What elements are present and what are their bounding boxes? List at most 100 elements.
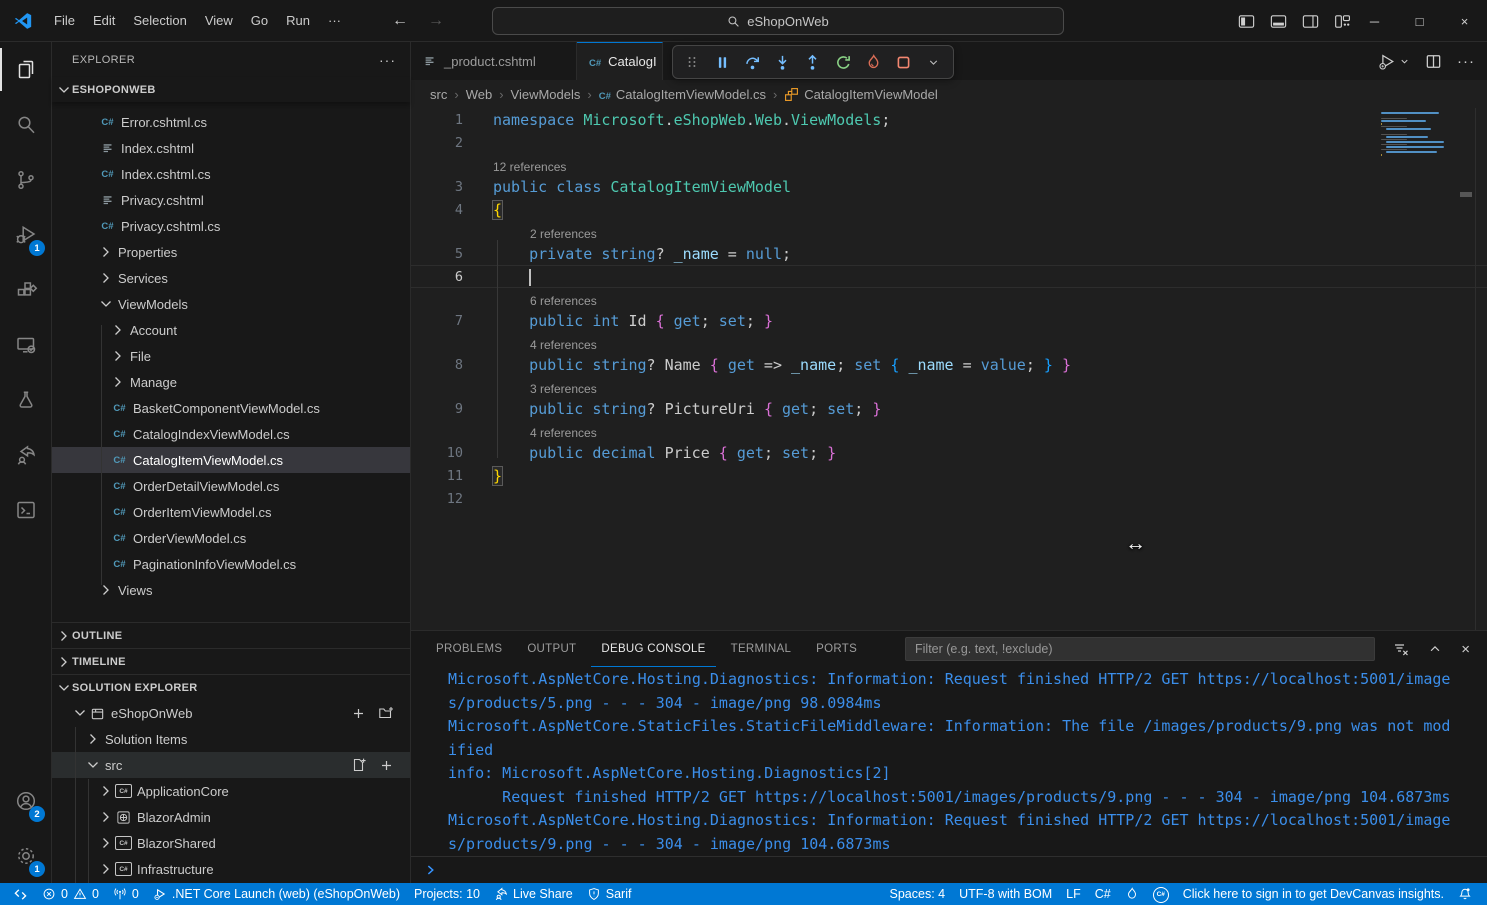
run-or-debug-button[interactable] <box>1377 52 1410 71</box>
tree-item-views[interactable]: Views <box>52 577 410 603</box>
step-out-icon[interactable] <box>800 49 826 75</box>
codelens-references[interactable]: 6 references <box>411 288 1487 309</box>
breadcrumb-catalogitemviewmodel[interactable]: CatalogItemViewModel <box>784 87 937 102</box>
code-line-6[interactable]: 6 <box>411 265 1487 288</box>
toggle-secondary-sidebar-icon[interactable] <box>1301 12 1320 31</box>
status-devcanvas-signin[interactable]: Click here to sign in to get DevCanvas i… <box>1176 883 1451 905</box>
activity-live-share-icon[interactable] <box>0 427 51 482</box>
line-number[interactable]: 9 <box>411 401 463 417</box>
console-filter-input[interactable]: Filter (e.g. text, !exclude) <box>905 637 1375 661</box>
stop-icon[interactable] <box>891 49 917 75</box>
breadcrumb-viewmodels[interactable]: ViewModels <box>511 87 581 102</box>
tree-item-paginationinfoviewmodel-cs[interactable]: C#PaginationInfoViewModel.cs <box>52 551 410 577</box>
chevron-right-icon[interactable] <box>98 270 114 286</box>
code-line-7[interactable]: 7 public int Id { get; set; } <box>411 309 1487 332</box>
status-encoding[interactable]: UTF-8 with BOM <box>952 883 1059 905</box>
tree-item-index-cshtml[interactable]: Index.cshtml <box>52 135 410 161</box>
menu-file[interactable]: File <box>45 8 84 34</box>
step-over-icon[interactable] <box>740 49 766 75</box>
chevron-down-icon[interactable] <box>98 296 114 312</box>
breadcrumb-catalogitemviewmodel-cs[interactable]: C#CatalogItemViewModel.cs <box>599 87 766 102</box>
chevron-down-icon[interactable] <box>85 757 101 773</box>
panel-tab-debug-console[interactable]: DEBUG CONSOLE <box>591 632 715 667</box>
plus-icon[interactable] <box>379 758 394 773</box>
status-problems[interactable]: 00 <box>35 883 106 905</box>
plus-icon[interactable] <box>351 706 366 721</box>
chevron-right-icon[interactable] <box>110 322 126 338</box>
status-debug-configuration[interactable]: .NET Core Launch (web) (eShopOnWeb) <box>146 883 407 905</box>
tree-item-orderitemviewmodel-cs[interactable]: C#OrderItemViewModel.cs <box>52 499 410 525</box>
navigate-back-icon[interactable]: ← <box>392 12 408 30</box>
menu-edit[interactable]: Edit <box>84 8 124 34</box>
activity-extensions-icon[interactable] <box>0 262 51 317</box>
status-remote-indicator[interactable] <box>6 883 35 905</box>
line-number[interactable]: 7 <box>411 313 463 329</box>
code-line-8[interactable]: 8 public string? Name { get => _name; se… <box>411 353 1487 376</box>
panel-tab-ports[interactable]: PORTS <box>806 632 867 667</box>
tree-item-solution-items[interactable]: Solution Items <box>52 726 410 752</box>
newfile-icon[interactable] <box>351 757 367 773</box>
tree-item-blazoradmin[interactable]: BlazorAdmin <box>52 804 410 830</box>
tree-item-services[interactable]: Services <box>52 265 410 291</box>
close-icon[interactable]: × <box>1442 0 1487 42</box>
pause-icon[interactable] <box>709 49 735 75</box>
line-number[interactable]: 6 <box>411 269 463 285</box>
section-timeline[interactable]: TIMELINE <box>52 648 410 674</box>
explorer-more-actions-icon[interactable]: ··· <box>379 52 396 68</box>
maximize-icon[interactable]: □ <box>1397 0 1442 42</box>
settings-gear-icon[interactable]: 1 <box>0 828 51 883</box>
section-outline[interactable]: OUTLINE <box>52 622 410 648</box>
tab-product-cshtml[interactable]: _product.cshtml <box>411 42 577 80</box>
debug-more-chevron-icon[interactable] <box>921 49 947 75</box>
tree-item-error-cshtml-cs[interactable]: C#Error.cshtml.cs <box>52 109 410 135</box>
minimize-icon[interactable]: ─ <box>1352 0 1397 42</box>
line-number[interactable]: 2 <box>411 135 463 151</box>
panel-tab-problems[interactable]: PROBLEMS <box>426 632 512 667</box>
tree-item-privacy-cshtml-cs[interactable]: C#Privacy.cshtml.cs <box>52 213 410 239</box>
activity-search-icon[interactable] <box>0 97 51 152</box>
restart-icon[interactable] <box>830 49 856 75</box>
close-panel-icon[interactable]: × <box>1461 641 1470 658</box>
editor-more-actions-icon[interactable]: ··· <box>1457 53 1475 70</box>
activity-remote-explorer-icon[interactable] <box>0 317 51 372</box>
activity-source-control-icon[interactable] <box>0 152 51 207</box>
status-ports-forwarded[interactable]: 0 <box>106 883 146 905</box>
tree-item-src[interactable]: src <box>52 752 410 778</box>
line-number[interactable]: 8 <box>411 357 463 373</box>
menu-go[interactable]: Go <box>242 8 277 34</box>
tree-item-catalogitemviewmodel-cs[interactable]: C#CatalogItemViewModel.cs <box>52 447 410 473</box>
code-line-5[interactable]: 5 private string? _name = null; <box>411 242 1487 265</box>
toggle-panel-icon[interactable] <box>1269 12 1288 31</box>
line-number[interactable]: 4 <box>411 202 463 218</box>
activity-run-debug-icon[interactable]: 1 <box>0 207 51 262</box>
accounts-icon[interactable]: 2 <box>0 773 51 828</box>
activity-testing-icon[interactable] <box>0 372 51 427</box>
menu-more-icon[interactable]: ··· <box>319 8 350 34</box>
status-projects-count[interactable]: Projects: 10 <box>407 883 487 905</box>
navigate-forward-icon[interactable]: → <box>428 12 444 30</box>
code-line-9[interactable]: 9 public string? PictureUri { get; set; … <box>411 397 1487 420</box>
codelens-references[interactable]: 2 references <box>411 221 1487 242</box>
tree-item-index-cshtml-cs[interactable]: C#Index.cshtml.cs <box>52 161 410 187</box>
chevron-right-icon[interactable] <box>85 731 101 747</box>
codelens-references[interactable]: 4 references <box>411 420 1487 441</box>
status-notifications[interactable] <box>1451 883 1479 905</box>
editor-scrollbar[interactable] <box>1475 108 1476 630</box>
tree-item-applicationcore[interactable]: C#ApplicationCore <box>52 778 410 804</box>
tree-item-manage[interactable]: Manage <box>52 369 410 395</box>
gripper-icon[interactable] <box>679 49 705 75</box>
code-line-10[interactable]: 10 public decimal Price { get; set; } <box>411 441 1487 464</box>
tab-catalogi[interactable]: C#CatalogI <box>577 42 663 80</box>
step-into-icon[interactable] <box>770 49 796 75</box>
split-editor-icon[interactable] <box>1425 53 1442 70</box>
line-number[interactable]: 11 <box>411 468 463 484</box>
line-number[interactable]: 10 <box>411 445 463 461</box>
status-language-mode[interactable]: C# <box>1088 883 1118 905</box>
tree-item-blazorshared[interactable]: C#BlazorShared <box>52 830 410 856</box>
status-indentation[interactable]: Spaces: 4 <box>883 883 953 905</box>
chevron-right-icon[interactable] <box>110 348 126 364</box>
tree-item-viewmodels[interactable]: ViewModels <box>52 291 410 317</box>
command-center-search[interactable]: eShopOnWeb <box>492 7 1064 35</box>
status-csharp-status[interactable]: C# <box>1146 883 1176 905</box>
tree-item-privacy-cshtml[interactable]: Privacy.cshtml <box>52 187 410 213</box>
